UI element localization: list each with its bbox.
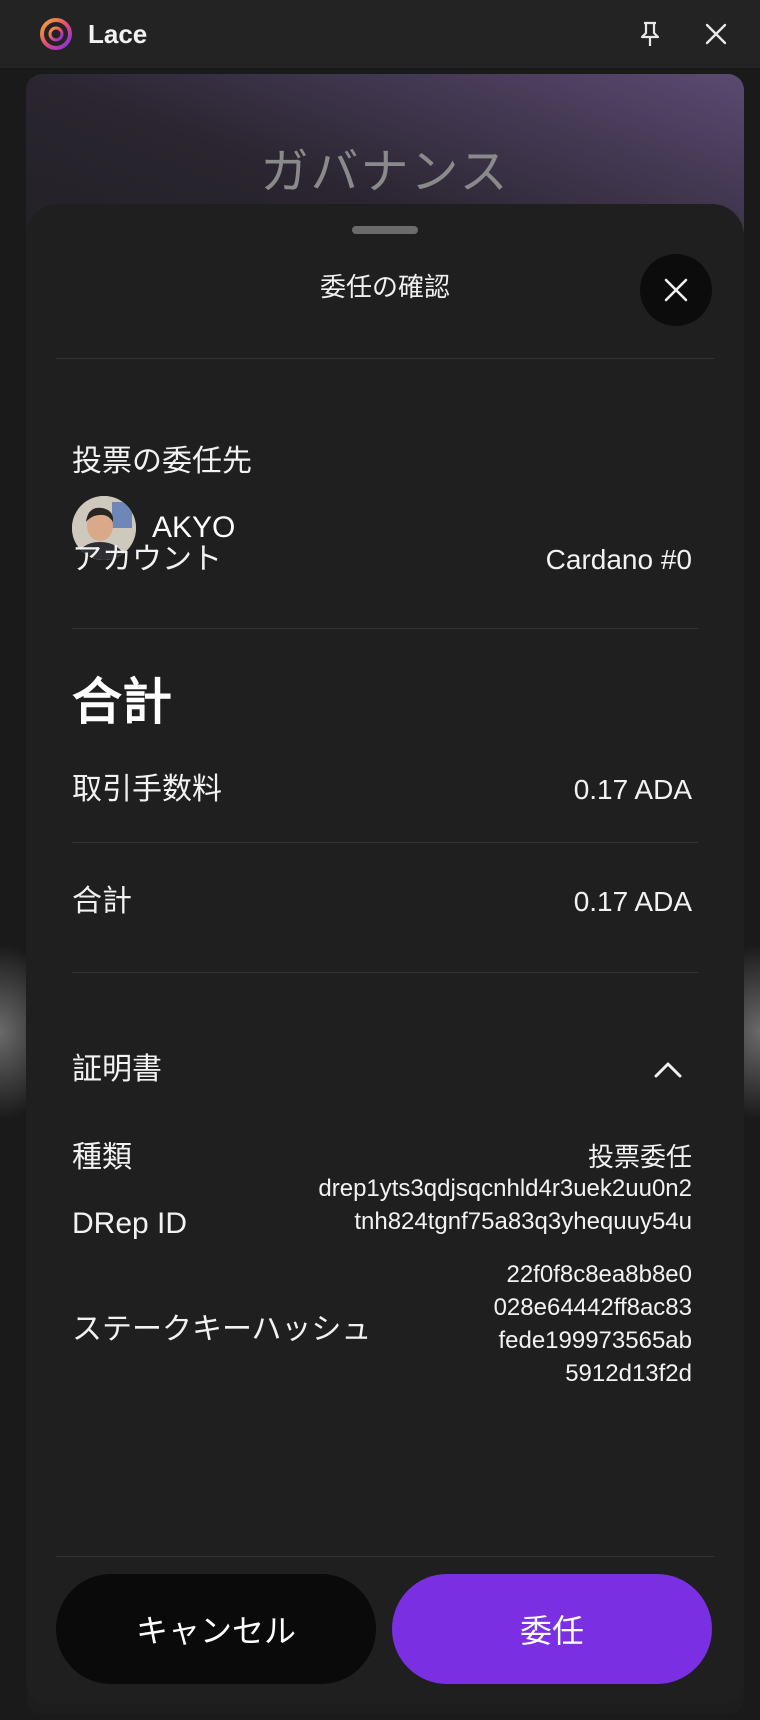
total-label: 合計 — [72, 884, 132, 919]
stake-key-line: 028e64442ff8ac83 — [493, 1294, 692, 1321]
account-value: Cardano #0 — [545, 544, 692, 575]
delegate-button[interactable]: 委任 — [392, 1574, 712, 1684]
app-title: Lace — [88, 19, 148, 49]
divider — [72, 972, 698, 973]
divider — [56, 1556, 714, 1557]
stake-key-line: 5912d13f2d — [565, 1360, 692, 1387]
app-window: Lace ガバナンス 委任の確認 投票の委任先 AKYO アカウント Carda… — [0, 0, 760, 1720]
chevron-up-icon[interactable] — [648, 1050, 688, 1090]
drawer-handle[interactable] — [352, 226, 418, 234]
divider — [56, 358, 714, 359]
fee-label: 取引手数料 — [72, 772, 222, 807]
pin-button[interactable] — [632, 16, 668, 52]
lace-logo-icon — [38, 16, 74, 52]
drep-id-label: DRep ID — [72, 1207, 188, 1240]
type-label: 種類 — [72, 1140, 132, 1175]
close-window-button[interactable] — [698, 16, 734, 52]
stake-key-label: ステークキーハッシュ — [72, 1312, 372, 1347]
delegate-to-label: 投票の委任先 — [72, 444, 252, 479]
page-title: ガバナンス — [260, 144, 510, 200]
divider — [72, 628, 698, 629]
total-value: 0.17 ADA — [573, 886, 692, 917]
drawer-close-button[interactable] — [640, 254, 712, 326]
drawer-title: 委任の確認 — [319, 273, 450, 303]
stake-key-line: 22f0f8c8ea8b8e0 — [506, 1261, 692, 1288]
drep-id-line: drep1yts3qdjsqcnhld4r3uek2uu0n2 — [318, 1175, 692, 1202]
close-icon — [705, 23, 727, 45]
certificate-label: 証明書 — [72, 1052, 162, 1087]
account-label: アカウント — [72, 542, 222, 577]
stake-key-line: fede199973565ab — [498, 1327, 692, 1354]
confirm-delegation-drawer: 委任の確認 投票の委任先 AKYO アカウント Cardano #0 合計 取引… — [26, 204, 744, 1704]
fee-value: 0.17 ADA — [573, 774, 692, 805]
drep-id-value: drep1yts3qdjsqcnhld4r3uek2uu0n2 tnh824tg… — [318, 1172, 692, 1238]
pin-icon — [640, 21, 660, 46]
drep-id-line: tnh824tgnf75a83q3yhequuy54u — [354, 1208, 692, 1235]
cancel-button[interactable]: キャンセル — [56, 1574, 376, 1684]
total-heading: 合計 — [72, 673, 172, 731]
title-bar: Lace — [0, 0, 760, 68]
close-icon — [664, 278, 688, 302]
stake-key-value: 22f0f8c8ea8b8e0 028e64442ff8ac83 fede199… — [494, 1258, 692, 1390]
divider — [72, 842, 698, 843]
